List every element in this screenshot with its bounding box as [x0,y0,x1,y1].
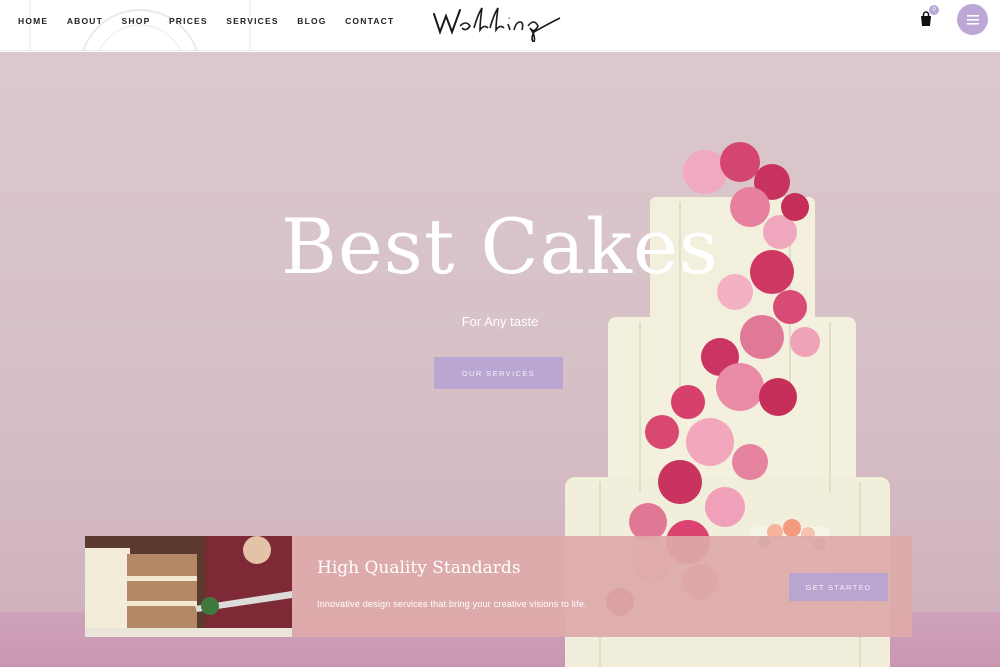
hero-title: Best Cakes [280,202,720,291]
nav-item-blog[interactable]: BLOG [297,15,326,27]
hero-subtitle: For Any taste [461,314,539,329]
banner-description: Innovative design services that bring yo… [317,599,587,609]
logo-script-icon [433,7,561,44]
nav-item-about[interactable]: ABOUT [67,15,103,27]
site-logo[interactable] [430,2,570,44]
feature-banner: High Quality Standards Innovative design… [85,536,912,637]
get-started-button[interactable]: GET STARTED [789,573,888,601]
banner-content: High Quality Standards Innovative design… [292,536,912,637]
menu-button[interactable] [957,4,988,35]
nav-item-shop[interactable]: SHOP [122,15,151,27]
nav-item-prices[interactable]: PRICES [169,15,208,27]
hamburger-menu-icon [966,14,979,25]
banner-title: High Quality Standards [317,558,521,578]
main-nav: HOME ABOUT SHOP PRICES SERVICES BLOG CON… [18,15,413,27]
nav-item-services[interactable]: SERVICES [226,15,278,27]
cart-count-badge: 0 [929,5,939,15]
our-services-button[interactable]: OUR SERVICES [434,357,563,389]
nav-item-home[interactable]: HOME [18,15,48,27]
cake-slice-image [85,536,292,637]
nav-item-contact[interactable]: CONTACT [345,15,394,27]
site-header: HOME ABOUT SHOP PRICES SERVICES BLOG CON… [0,0,1000,51]
